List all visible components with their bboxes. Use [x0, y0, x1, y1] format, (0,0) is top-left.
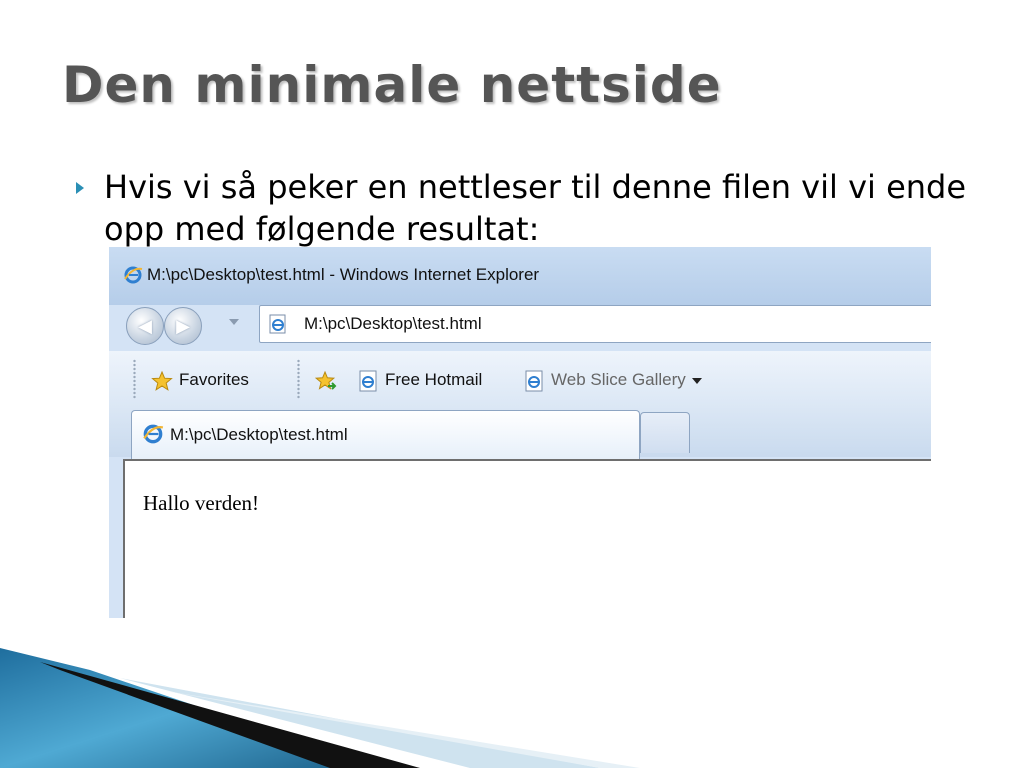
add-favorite-button[interactable]	[315, 368, 343, 392]
tab-strip: M:\pc\Desktop\test.html	[109, 407, 931, 459]
forward-arrow-icon: ▶	[176, 316, 190, 336]
new-tab-button[interactable]	[640, 412, 690, 453]
page-content-area: Hallo verden!	[123, 459, 931, 618]
tab-current[interactable]: M:\pc\Desktop\test.html	[131, 410, 640, 459]
forward-button[interactable]: ▶	[164, 307, 202, 345]
toolbar-grip	[133, 359, 136, 399]
tab-label: M:\pc\Desktop\test.html	[170, 425, 348, 444]
ie-page-icon	[525, 370, 543, 392]
browser-screenshot: M:\pc\Desktop\test.html - Windows Intern…	[109, 247, 931, 618]
favorites-link-label: Web Slice Gallery	[551, 370, 686, 389]
page-text: Hallo verden!	[143, 491, 260, 515]
toolbar-grip	[297, 359, 300, 399]
title-bar: M:\pc\Desktop\test.html - Windows Intern…	[109, 247, 931, 305]
back-button[interactable]: ◀	[126, 307, 164, 345]
address-text: M:\pc\Desktop\test.html	[304, 314, 482, 333]
ie-page-icon	[269, 314, 286, 334]
star-icon	[151, 370, 173, 391]
favorites-button[interactable]: Favorites	[151, 368, 249, 392]
slide-title: Den minimale nettside	[62, 56, 722, 114]
slide-decoration	[0, 648, 640, 768]
ie-page-icon	[359, 370, 377, 392]
favorites-link-label: Free Hotmail	[385, 370, 483, 389]
add-favorite-icon	[315, 370, 337, 390]
bullet-arrow-icon	[76, 182, 84, 194]
address-bar[interactable]: M:\pc\Desktop\test.html	[259, 305, 931, 343]
window-title: M:\pc\Desktop\test.html - Windows Intern…	[147, 265, 540, 284]
favorites-link-web-slice-gallery[interactable]: Web Slice Gallery	[523, 368, 702, 392]
chevron-down-icon[interactable]	[691, 377, 702, 384]
favorites-label: Favorites	[179, 370, 249, 389]
ie-logo-icon	[143, 424, 164, 444]
favorites-bar: Favorites Free Hotmail Web Slice Gallery	[109, 351, 931, 407]
bullet-text: Hvis vi så peker en nettleser til denne …	[104, 168, 967, 248]
back-arrow-icon: ◀	[138, 316, 152, 336]
recent-pages-dropdown[interactable]	[229, 319, 239, 325]
favorites-link-free-hotmail[interactable]: Free Hotmail	[357, 368, 482, 392]
ie-logo-icon	[124, 266, 143, 284]
